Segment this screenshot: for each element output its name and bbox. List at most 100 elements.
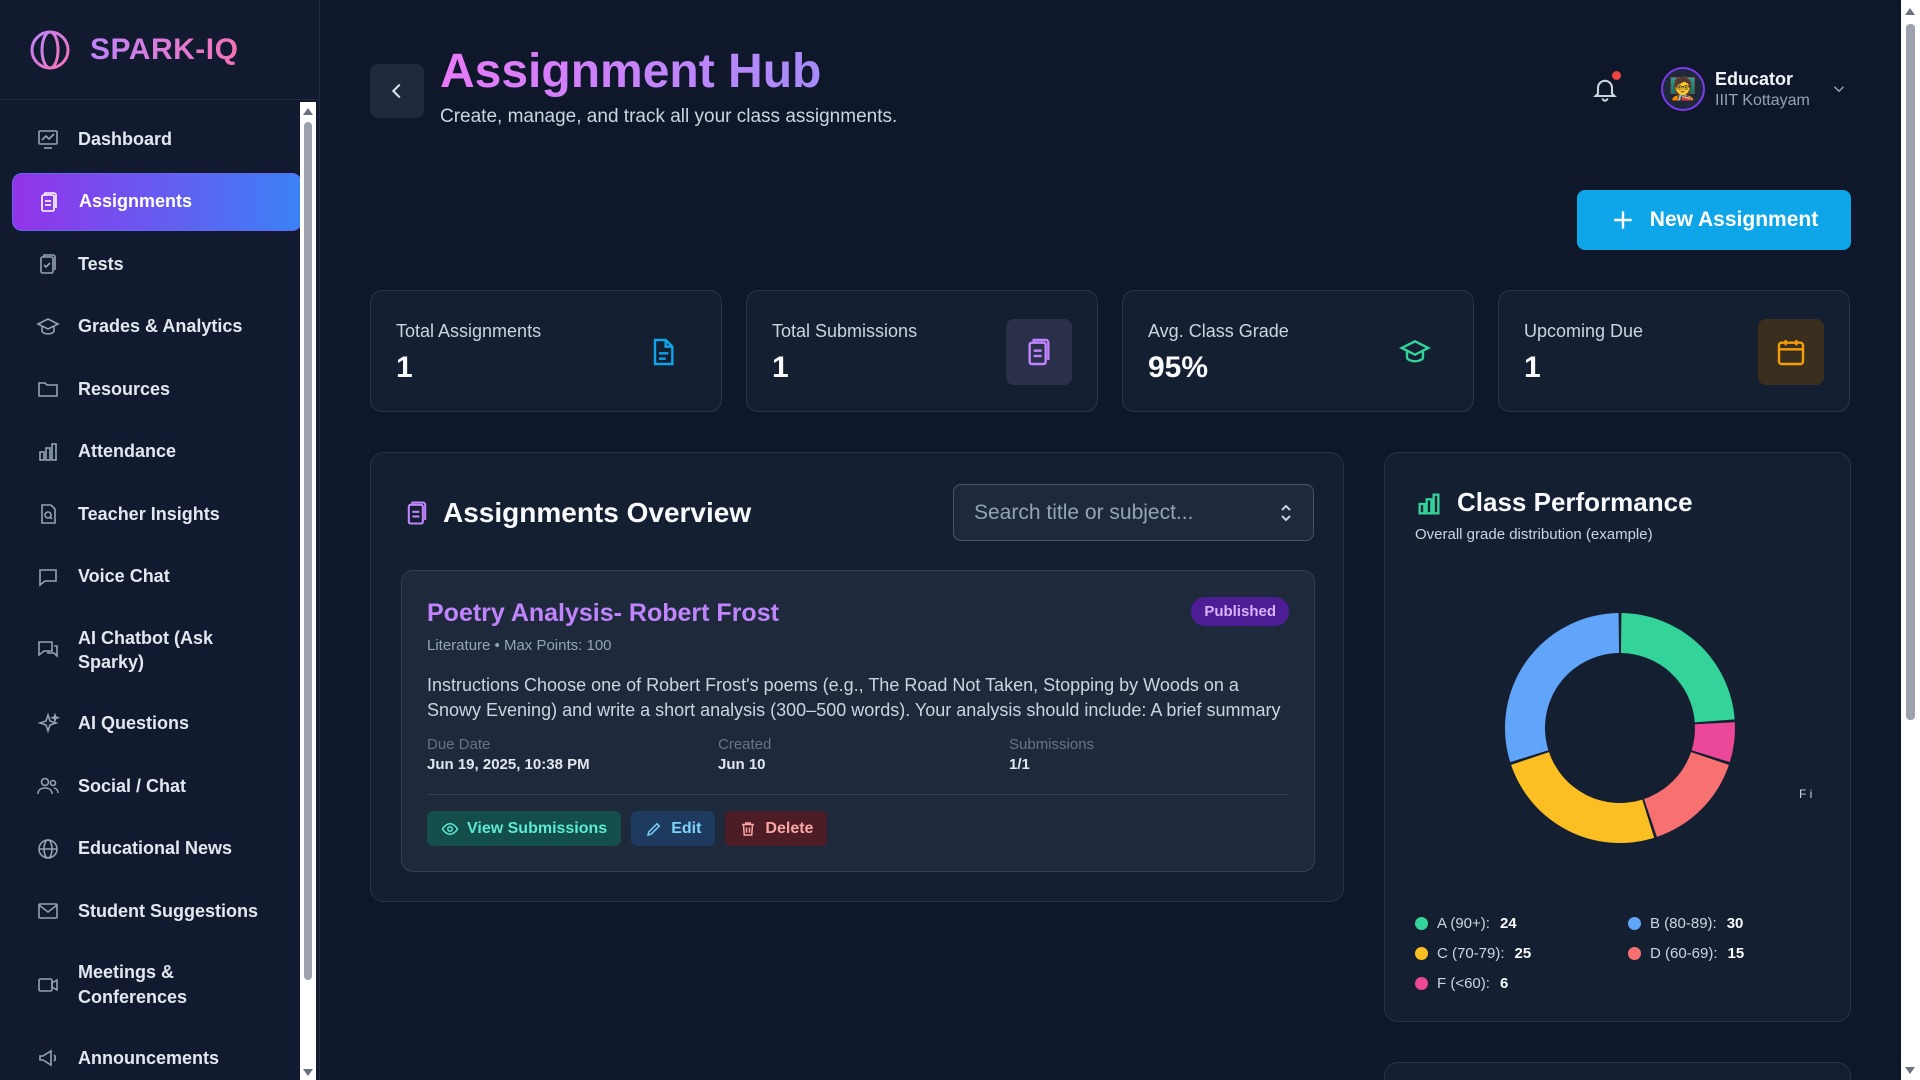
calendar-icon bbox=[1758, 319, 1824, 385]
avatar: 🧑‍🏫 bbox=[1661, 67, 1705, 111]
assignment-meta: Literature • Max Points: 100 bbox=[427, 637, 612, 654]
sidebar-item-grades[interactable]: Grades & Analytics bbox=[12, 298, 302, 356]
scroll-down-arrow-icon[interactable] bbox=[1905, 1067, 1915, 1074]
mail-icon bbox=[36, 899, 60, 923]
assignments-overview-card: Assignments Overview Poetry Analysis- Ro… bbox=[370, 452, 1344, 902]
edit-button[interactable]: Edit bbox=[631, 811, 716, 846]
sidebar-item-meetings[interactable]: Meetings & Conferences bbox=[12, 945, 302, 1025]
legend-swatch bbox=[1415, 947, 1428, 960]
stats-row: Total Assignments 1 Total Submissions 1 … bbox=[370, 290, 1851, 412]
user-org: IIIT Kottayam bbox=[1715, 91, 1810, 109]
test-icon bbox=[36, 252, 60, 276]
bar-chart-icon bbox=[1415, 490, 1443, 518]
globe-icon bbox=[36, 837, 60, 861]
chat-icon bbox=[36, 565, 60, 589]
due-date: Due Date Jun 19, 2025, 10:38 PM bbox=[427, 736, 590, 773]
donut-slice-a[interactable] bbox=[1620, 613, 1735, 723]
document-search-icon bbox=[36, 502, 60, 526]
sidebar-item-attendance[interactable]: Attendance bbox=[12, 423, 302, 481]
user-menu[interactable]: 🧑‍🏫 Educator IIIT Kottayam bbox=[1661, 67, 1848, 111]
notification-dot bbox=[1612, 71, 1621, 80]
sidebar-item-ai-questions[interactable]: AI Questions bbox=[12, 695, 302, 753]
brand[interactable]: SPARK-IQ bbox=[0, 0, 319, 100]
performance-subtitle: Overall grade distribution (example) bbox=[1415, 526, 1653, 543]
scroll-up-arrow-icon[interactable] bbox=[1905, 8, 1915, 15]
sidebar-item-tests[interactable]: Tests bbox=[12, 235, 302, 293]
sidebar-nav: Dashboard Assignments Tests Grades & Ana… bbox=[12, 110, 302, 1080]
legend-item-f: F (<60): 6 bbox=[1415, 975, 1508, 992]
dashboard-icon bbox=[36, 127, 60, 151]
page-scrollbar[interactable] bbox=[1901, 0, 1920, 1080]
legend-item-c: C (70-79): 25 bbox=[1415, 945, 1531, 962]
users-icon bbox=[36, 774, 60, 798]
assignment-title[interactable]: Poetry Analysis- Robert Frost bbox=[427, 599, 779, 628]
sidebar-item-assignments[interactable]: Assignments bbox=[12, 172, 302, 231]
donut-slice-c[interactable] bbox=[1511, 752, 1655, 843]
assignment-card[interactable]: Poetry Analysis- Robert Frost Published … bbox=[401, 570, 1315, 872]
clipboard-icon bbox=[403, 499, 431, 527]
sidebar-item-educational-news[interactable]: Educational News bbox=[12, 820, 302, 878]
legend-swatch bbox=[1415, 917, 1428, 930]
eye-icon bbox=[441, 822, 459, 835]
back-button[interactable] bbox=[370, 64, 424, 118]
sidebar-item-announcements[interactable]: Announcements bbox=[12, 1029, 302, 1080]
search-input[interactable] bbox=[954, 485, 1313, 540]
search-box bbox=[953, 484, 1314, 541]
stat-total-assignments: Total Assignments 1 bbox=[370, 290, 722, 412]
globe-logo-icon bbox=[30, 30, 70, 69]
scroll-down-arrow-icon[interactable] bbox=[303, 1069, 313, 1076]
assignment-description: Instructions Choose one of Robert Frost'… bbox=[427, 675, 1281, 720]
sidebar-item-teacher-insights[interactable]: Teacher Insights bbox=[12, 485, 302, 543]
page-scroll-thumb[interactable] bbox=[1906, 24, 1915, 720]
sidebar-item-resources[interactable]: Resources bbox=[12, 360, 302, 418]
performance-title: Class Performance bbox=[1457, 487, 1693, 517]
folder-icon bbox=[36, 377, 60, 401]
sort-icon[interactable] bbox=[1279, 503, 1293, 523]
assignment-actions: View Submissions Edit Delete bbox=[427, 811, 837, 846]
graduation-cap-icon bbox=[36, 315, 60, 339]
sidebar-scroll-thumb[interactable] bbox=[304, 122, 312, 980]
chart-clipped-label: F i bbox=[1799, 787, 1813, 801]
submissions-count: Submissions 1/1 bbox=[1009, 736, 1095, 773]
sidebar-item-social-chat[interactable]: Social / Chat bbox=[12, 757, 302, 815]
chevron-down-icon bbox=[1830, 80, 1848, 98]
sidebar-scrollbar[interactable] bbox=[300, 102, 316, 1080]
sidebar-item-ai-chatbot[interactable]: AI Chatbot (Ask Sparky) bbox=[12, 610, 302, 690]
sidebar-item-voice-chat[interactable]: Voice Chat bbox=[12, 548, 302, 606]
legend-item-d: D (60-69): 15 bbox=[1628, 945, 1744, 962]
legend-item-a: A (90+): 24 bbox=[1415, 915, 1517, 932]
video-icon bbox=[36, 973, 60, 997]
legend-item-b: B (80-89): 30 bbox=[1628, 915, 1743, 932]
grade-distribution-donut-chart bbox=[1505, 613, 1735, 843]
page-subtitle: Create, manage, and track all your class… bbox=[440, 106, 898, 127]
created-date: Created Jun 10 bbox=[718, 736, 772, 773]
legend-swatch bbox=[1628, 917, 1641, 930]
stat-upcoming-due: Upcoming Due 1 bbox=[1498, 290, 1850, 412]
sidebar-item-student-suggestions[interactable]: Student Suggestions bbox=[12, 882, 302, 940]
assignment-icon bbox=[37, 190, 61, 214]
main-content: Assignment Hub Create, manage, and track… bbox=[321, 0, 1901, 1080]
donut-slice-d[interactable] bbox=[1644, 752, 1729, 837]
graduation-cap-icon bbox=[1382, 319, 1448, 385]
notifications-button[interactable] bbox=[1591, 71, 1621, 105]
stat-avg-class-grade: Avg. Class Grade 95% bbox=[1122, 290, 1474, 412]
sparkles-icon bbox=[36, 711, 61, 736]
trash-icon bbox=[742, 821, 755, 836]
view-submissions-button[interactable]: View Submissions bbox=[427, 811, 622, 846]
overview-title: Assignments Overview bbox=[443, 497, 752, 528]
scroll-up-arrow-icon[interactable] bbox=[303, 108, 313, 115]
divider bbox=[427, 794, 1289, 795]
page-title: Assignment Hub bbox=[440, 45, 822, 98]
stat-total-submissions: Total Submissions 1 bbox=[746, 290, 1098, 412]
plus-icon bbox=[1614, 211, 1632, 229]
legend-swatch bbox=[1415, 977, 1428, 990]
donut-slice-b[interactable] bbox=[1505, 613, 1620, 763]
legend-swatch bbox=[1628, 947, 1641, 960]
megaphone-icon bbox=[36, 1046, 60, 1070]
class-performance-card: Class Performance Overall grade distribu… bbox=[1384, 452, 1851, 1022]
user-name: Educator bbox=[1715, 68, 1794, 89]
sidebar-item-dashboard[interactable]: Dashboard bbox=[12, 110, 302, 168]
new-assignment-button[interactable]: New Assignment bbox=[1577, 190, 1851, 250]
delete-button[interactable]: Delete bbox=[725, 811, 828, 846]
status-badge: Published bbox=[1191, 597, 1289, 626]
